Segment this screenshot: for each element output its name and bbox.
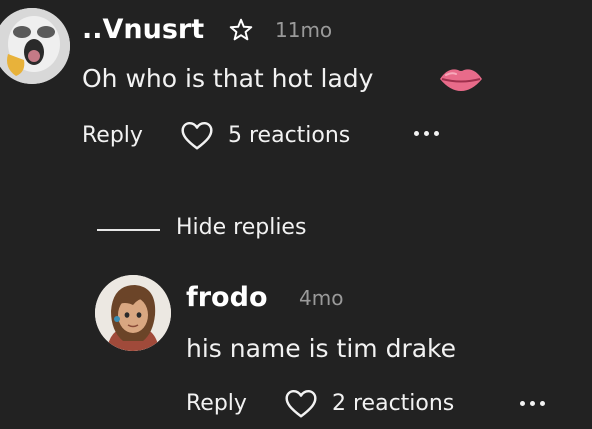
comment-time: 11mo [275,18,333,42]
avatar-image [95,275,171,351]
reply-time: 4mo [299,286,344,310]
comment-reactions-count: 5 reactions [228,123,351,148]
more-dot [530,401,535,406]
more-dot [520,401,525,406]
comment-username[interactable]: ..Vnusrt [82,12,204,48]
heart-outline-icon [180,121,214,151]
more-dot [540,401,545,406]
reply-username[interactable]: frodo [186,280,268,316]
reply-reactions-count: 2 reactions [332,391,455,416]
more-dot [414,131,419,136]
thread-divider [97,229,160,231]
comment-avatar[interactable] [0,8,70,84]
reply-text: his name is tim drake [186,334,457,363]
reply-reply-button[interactable]: Reply [186,388,247,420]
comment-reply-button[interactable]: Reply [82,120,143,152]
more-dot [424,131,429,136]
comment-reactions-button[interactable]: 5 reactions [180,120,350,152]
reply-more-button[interactable] [520,401,545,406]
star-outline-icon [228,17,254,43]
lips-icon [438,64,484,94]
more-dot [434,131,439,136]
heart-outline-icon [284,389,318,419]
avatar-image [0,8,70,84]
comment-username-text: ..Vnusrt [82,14,205,45]
comment-text: Oh who is that hot lady [82,64,374,93]
reply-avatar[interactable] [95,275,171,351]
hide-replies-button[interactable]: Hide replies [176,212,306,244]
reply-reactions-button[interactable]: 2 reactions [284,388,454,420]
comment-more-button[interactable] [414,131,439,136]
